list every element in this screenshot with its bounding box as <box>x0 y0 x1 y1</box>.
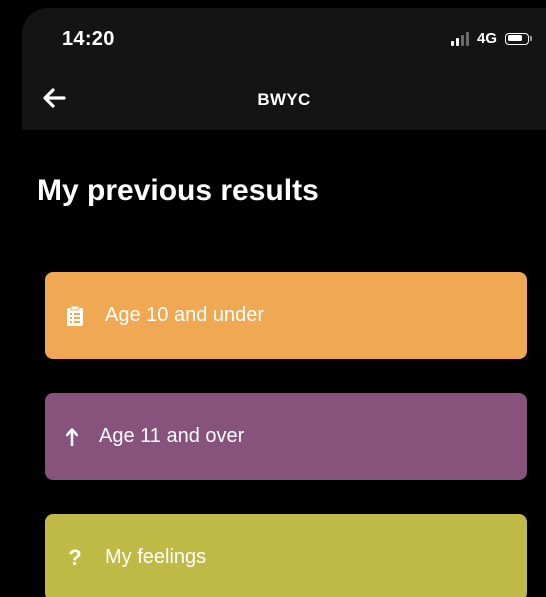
clipboard-icon <box>45 305 105 327</box>
network-type: 4G <box>476 30 497 47</box>
result-card-age-10-and-under[interactable]: Age 10 and under <box>45 272 527 359</box>
result-card-label: Age 11 and over <box>99 425 245 447</box>
result-card-age-11-and-over[interactable]: Age 11 and over <box>45 393 527 480</box>
result-card-my-feelings[interactable]: ? My feelings <box>45 514 527 597</box>
page-title: My previous results <box>37 174 319 207</box>
nav-title: BWYC <box>257 90 311 109</box>
battery-icon <box>505 32 532 45</box>
top-bar: 14:20 4G BWYC <box>22 8 546 130</box>
result-card-label: My feelings <box>105 546 207 568</box>
question-icon: ? <box>68 544 82 570</box>
result-card-label: Age 10 and under <box>105 304 265 326</box>
status-time: 14:20 <box>62 28 115 50</box>
arrow-up-icon <box>45 427 99 446</box>
app-screen: 14:20 4G BWYC My previous results Age 10… <box>22 8 546 597</box>
signal-icon <box>450 31 469 46</box>
status-indicators: 4G <box>450 30 532 47</box>
